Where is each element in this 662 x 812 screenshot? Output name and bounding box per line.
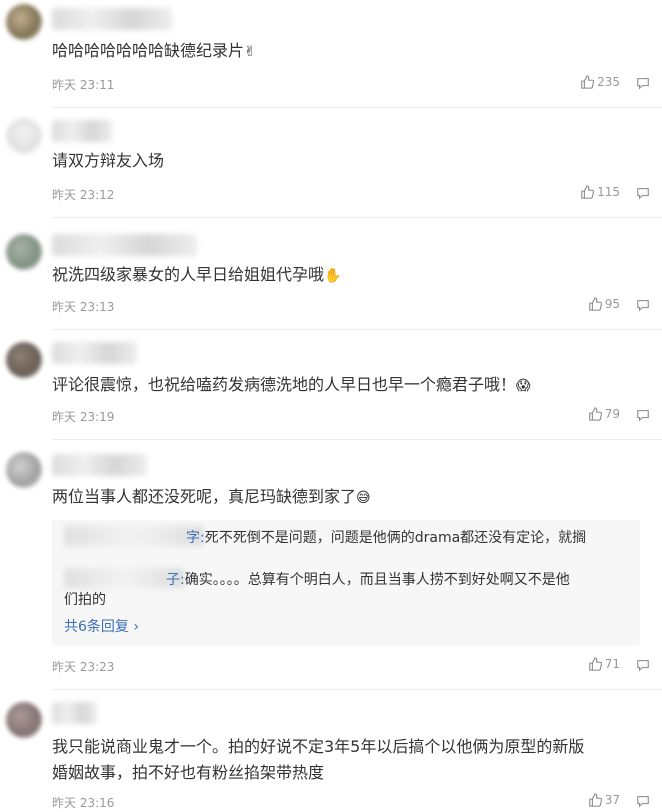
comment-item: 哈哈哈哈哈哈哈缺德纪录片✌ 昨天 23:11 235	[0, 0, 662, 108]
username-blurred[interactable]	[52, 342, 137, 364]
comment-text: 两位当事人都还没死呢，真尼玛缺德到家了😅	[52, 487, 371, 506]
comment-item: 请双方辩友入场 昨天 23:12 115	[0, 108, 662, 218]
avatar[interactable]	[6, 702, 42, 738]
thumbs-up-icon	[588, 407, 602, 421]
comment-time: 昨天 23:16	[52, 796, 115, 810]
comment-icon[interactable]	[636, 76, 650, 90]
thumbs-up-icon	[588, 793, 602, 807]
like-count: 37	[604, 793, 620, 807]
replies-panel: 字:死不死倒不是问题，问题是他俩的drama都还没有定论，就搁 子:确实。。。。…	[52, 520, 640, 646]
like-count: 235	[597, 75, 620, 89]
reply-text: 确实。。。。总算有个明白人，而且当事人捞不到好处啊又不是他	[184, 572, 570, 588]
comment-text: 哈哈哈哈哈哈哈缺德纪录片✌	[52, 41, 256, 60]
username-blurred[interactable]	[52, 234, 197, 256]
thumbs-up-icon	[588, 297, 602, 311]
reply-item: 子:确实。。。。总算有个明白人，而且当事人捞不到好处啊又不是他	[52, 570, 640, 590]
comment-item: 我只能说商业鬼才一个。拍的好说不定3年5年以后搞个以他俩为原型的新版 婚姻故事，…	[0, 690, 662, 812]
like-count: 79	[604, 407, 620, 421]
comment-time: 昨天 23:19	[52, 410, 115, 424]
thumbs-up-icon	[581, 75, 595, 89]
like-button[interactable]: 37	[588, 793, 620, 807]
reply-username-tail[interactable]: 字:	[186, 530, 205, 546]
comment-icon[interactable]	[636, 658, 650, 672]
reply-text: 死不死倒不是问题，问题是他俩的drama都还没有定论，就搁	[204, 530, 587, 546]
grinning-sweat-emoji: 😅	[356, 490, 371, 506]
avatar[interactable]	[6, 234, 42, 270]
screaming-face-emoji: 😱	[516, 378, 531, 394]
like-count: 115	[597, 185, 620, 199]
like-count: 95	[604, 297, 620, 311]
comment-time: 昨天 23:12	[52, 188, 115, 202]
reply-continuation: 们拍的	[52, 590, 640, 610]
avatar[interactable]	[6, 118, 42, 154]
comment-text-line2: 婚姻故事，拍不好也有粉丝掐架带热度	[52, 763, 325, 782]
comment-time: 昨天 23:11	[52, 78, 115, 92]
username-blurred[interactable]	[52, 8, 172, 30]
like-button[interactable]: 95	[588, 297, 620, 311]
like-button[interactable]: 79	[588, 407, 620, 421]
comment-item: 两位当事人都还没死呢，真尼玛缺德到家了😅 字:死不死倒不是问题，问题是他俩的dr…	[0, 440, 662, 690]
reply-text: 们拍的	[64, 592, 106, 608]
comment-text: 评论很震惊，也祝给嗑药发病德洗地的人早日也早一个瘾君子哦！😱	[52, 375, 531, 394]
thumbs-up-icon	[588, 657, 602, 671]
comment-time: 昨天 23:13	[52, 300, 115, 314]
comment-item: 祝洗四级家暴女的人早日给姐姐代孕哦✋ 昨天 23:13 95	[0, 218, 662, 330]
view-all-replies-link[interactable]: 共6条回复 ›	[64, 616, 139, 636]
avatar[interactable]	[6, 342, 42, 378]
like-button[interactable]: 235	[580, 75, 620, 89]
chevron-right-icon: ›	[128, 619, 139, 635]
comment-text-line1: 我只能说商业鬼才一个。拍的好说不定3年5年以后搞个以他俩为原型的新版	[52, 737, 585, 756]
comment-icon[interactable]	[636, 794, 650, 808]
comment-icon[interactable]	[636, 186, 650, 200]
like-count: 71	[604, 657, 620, 671]
like-button[interactable]: 71	[588, 657, 620, 671]
username-blurred[interactable]	[52, 454, 147, 476]
like-button[interactable]: 115	[580, 185, 620, 199]
reply-username-tail[interactable]: 子:	[166, 572, 185, 588]
comment-icon[interactable]	[636, 408, 650, 422]
reply-item: 字:死不死倒不是问题，问题是他俩的drama都还没有定论，就搁	[52, 528, 640, 548]
more-replies-label: 共6条回复	[64, 619, 129, 635]
comment-icon[interactable]	[636, 298, 650, 312]
victory-hand-emoji: ✌	[244, 44, 256, 60]
avatar[interactable]	[6, 452, 42, 488]
avatar[interactable]	[6, 4, 42, 40]
username-blurred[interactable]	[52, 702, 97, 724]
comment-item: 评论很震惊，也祝给嗑药发病德洗地的人早日也早一个瘾君子哦！😱 昨天 23:19 …	[0, 330, 662, 440]
comment-time: 昨天 23:23	[52, 660, 115, 674]
thumbs-up-icon	[581, 185, 595, 199]
raised-hand-emoji: ✋	[324, 268, 342, 284]
comment-text: 祝洗四级家暴女的人早日给姐姐代孕哦✋	[52, 265, 342, 284]
username-blurred[interactable]	[52, 120, 112, 142]
comment-text: 请双方辩友入场	[52, 151, 165, 170]
